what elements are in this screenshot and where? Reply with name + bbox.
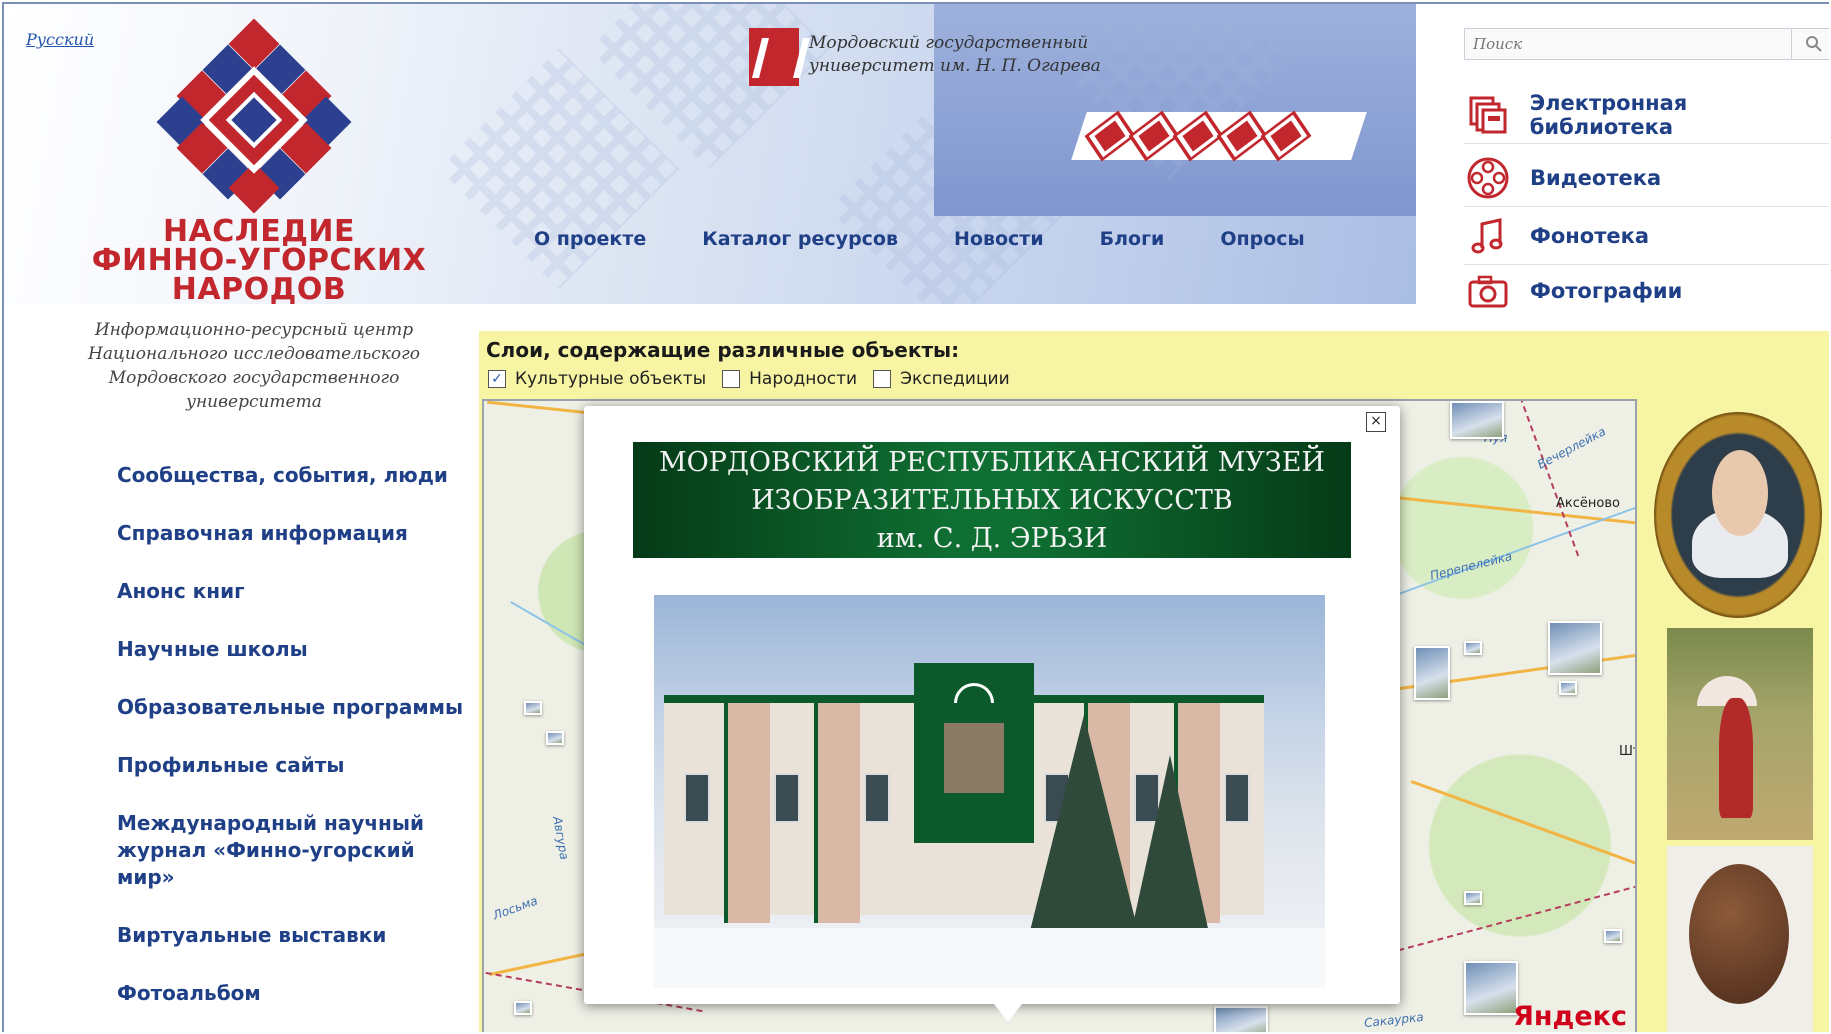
map-marker[interactable] (524, 701, 542, 715)
page: Русский НАСЛЕДИЕ ФИННО-УГОРСКИХ НАРОДОВ … (2, 2, 1829, 1032)
quick-link-label: Фонотека (1530, 223, 1650, 248)
map-label: Сакаурка (1363, 1009, 1425, 1031)
portrait-painting[interactable] (1654, 412, 1822, 618)
quick-link-label: Электронная библиотека (1529, 90, 1688, 139)
nav-catalog[interactable]: Каталог ресурсов (702, 228, 898, 250)
quick-link-label: Видеотека (1530, 165, 1662, 190)
nav-news[interactable]: Новости (954, 228, 1044, 250)
university-logo-icon (749, 28, 799, 86)
left-nav-profile-sites[interactable]: Профильные сайты (117, 752, 477, 779)
map-label: Вечерлейка (1535, 424, 1609, 472)
map-place: Аксёново (1556, 496, 1620, 511)
quick-link-photos[interactable]: Фотографии (1464, 262, 1829, 320)
search-box (1464, 28, 1829, 60)
top-navigation: О проекте Каталог ресурсов Новости Блоги… (534, 228, 1361, 250)
site-title: НАСЛЕДИЕ ФИННО-УГОРСКИХ НАРОДОВ (91, 214, 427, 307)
layer-expeditions[interactable]: Экспедиции (873, 369, 1010, 389)
left-nav-educational-programs[interactable]: Образовательные программы (117, 694, 477, 721)
quick-link-video[interactable]: Видеотека (1464, 149, 1829, 207)
map-label: Лосьма (491, 893, 540, 923)
checkbox[interactable] (873, 370, 892, 388)
university-name: Мордовский государственный университет и… (809, 33, 1101, 76)
layer-toggles: ✓ Культурные объекты Народности Экспедиц… (488, 369, 1026, 389)
left-nav-virtual-exhibitions[interactable]: Виртуальные выставки (117, 922, 477, 949)
map-marker[interactable] (1464, 641, 1482, 655)
map-place: Шт (1619, 744, 1635, 759)
map-marker[interactable] (546, 731, 564, 745)
left-nav-book-announcements[interactable]: Анонс книг (117, 578, 477, 605)
left-nav-reference[interactable]: Справочная информация (117, 520, 477, 547)
left-nav-journal[interactable]: Международный научный журнал «Финно-угор… (117, 810, 467, 891)
camera-icon (1464, 267, 1512, 315)
layer-peoples[interactable]: Народности (722, 369, 857, 389)
nav-polls[interactable]: Опросы (1220, 228, 1304, 250)
site-subtitle: Информационно-ресурсный центр Национальн… (88, 320, 420, 412)
search-input[interactable] (1465, 29, 1791, 59)
search-icon (1805, 36, 1822, 52)
map-marker[interactable] (1604, 929, 1622, 943)
music-note-icon (1464, 212, 1512, 260)
site-logo[interactable] (156, 18, 352, 214)
layer-label: Народности (749, 369, 858, 389)
library-icon (1464, 91, 1512, 139)
museum-title-banner: МОРДОВСКИЙ РЕСПУБЛИКАНСКИЙ МУЗЕЙ ИЗОБРАЗ… (633, 442, 1351, 558)
map-marker-photo[interactable] (1464, 961, 1518, 1015)
sculpture-bust[interactable] (1667, 846, 1813, 1032)
museum-popup: × МОРДОВСКИЙ РЕСПУБЛИКАНСКИЙ МУЗЕЙ ИЗОБР… (584, 406, 1400, 1022)
left-nav-communities[interactable]: Сообщества, события, люди (117, 462, 477, 489)
film-reel-icon (1464, 154, 1512, 202)
map-marker-photo[interactable] (1548, 621, 1602, 675)
nav-about[interactable]: О проекте (534, 228, 646, 250)
map-label: Авгура (550, 815, 572, 861)
map-provider-logo[interactable]: Яндекс (1513, 1001, 1627, 1032)
layer-label: Культурные объекты (515, 369, 707, 389)
painting-woman-with-parasol[interactable] (1667, 628, 1813, 840)
left-nav-photo-album[interactable]: Фотоальбом (117, 980, 477, 1007)
layers-title: Слои, содержащие различные объекты: (486, 338, 960, 362)
university-brand[interactable]: Мордовский государственный университет и… (749, 28, 1101, 86)
checkbox[interactable] (722, 370, 741, 388)
layer-cultural-objects[interactable]: ✓ Культурные объекты (488, 369, 706, 389)
map-marker[interactable] (514, 1001, 532, 1015)
quick-link-library[interactable]: Электронная библиотека (1464, 86, 1829, 144)
quick-link-audio[interactable]: Фонотека (1464, 207, 1829, 265)
language-link[interactable]: Русский (26, 30, 94, 49)
map-marker-photo[interactable] (1214, 1006, 1268, 1032)
search-button[interactable] (1791, 29, 1829, 59)
museum-photo[interactable] (654, 595, 1325, 988)
checkbox-checked[interactable]: ✓ (488, 370, 506, 388)
nav-blogs[interactable]: Блоги (1100, 228, 1165, 250)
map-marker[interactable] (1464, 891, 1482, 905)
map-marker-photo[interactable] (1414, 646, 1450, 700)
close-button[interactable]: × (1366, 412, 1386, 432)
map-marker-photo[interactable] (1450, 401, 1504, 439)
left-navigation: Сообщества, события, люди Справочная инф… (117, 462, 477, 1032)
quick-link-label: Фотографии (1530, 279, 1683, 303)
layer-label: Экспедиции (900, 369, 1010, 389)
map-label: Перепелейка (1428, 549, 1514, 583)
left-nav-scientific-schools[interactable]: Научные школы (117, 636, 477, 663)
ornament-strip (1071, 112, 1367, 160)
map-marker[interactable] (1559, 681, 1577, 695)
